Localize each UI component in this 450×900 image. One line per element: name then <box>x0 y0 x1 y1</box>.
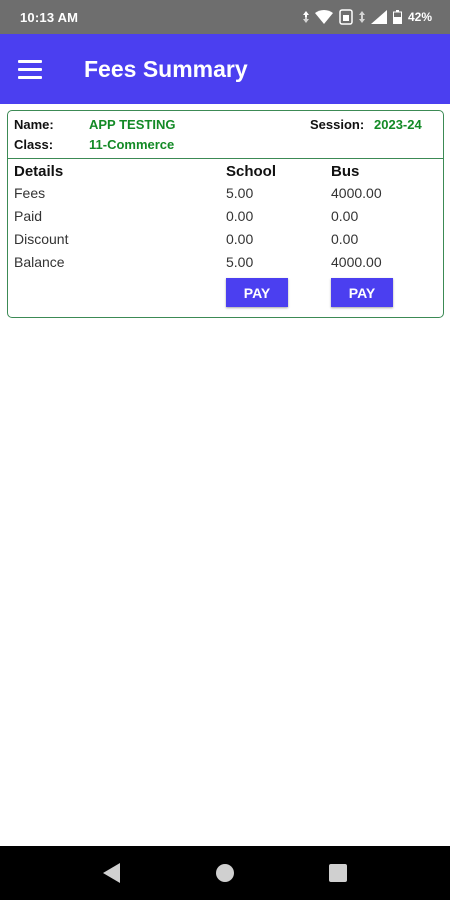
status-icons: 42% <box>302 9 432 25</box>
page-title: Fees Summary <box>84 55 248 82</box>
column-header-details: Details <box>14 163 64 180</box>
battery-percent: 42% <box>407 10 432 24</box>
fees-school-value: 5.00 <box>226 185 254 201</box>
pay-school-button[interactable]: PAY <box>226 278 288 307</box>
fees-bus-value: 4000.00 <box>331 185 382 201</box>
sim-icon <box>339 9 353 25</box>
system-nav-bar <box>0 846 450 900</box>
balance-school-value: 5.00 <box>226 254 254 270</box>
pay-bus-button[interactable]: PAY <box>331 278 393 307</box>
status-bar: 10:13 AM 42% <box>0 0 450 34</box>
paid-school-value: 0.00 <box>226 208 254 224</box>
data-arrows-icon <box>302 11 309 23</box>
row-label-discount: Discount <box>14 231 69 247</box>
battery-icon <box>392 10 402 24</box>
hamburger-menu-icon[interactable] <box>18 52 52 86</box>
fees-summary-card: Name: APP TESTING Class: 11-Commerce Ses… <box>7 110 444 318</box>
session-label: Session: <box>310 117 365 132</box>
student-info: Name: APP TESTING Class: 11-Commerce Ses… <box>8 111 443 159</box>
row-label-fees: Fees <box>14 185 46 201</box>
back-icon[interactable] <box>92 846 132 900</box>
home-icon[interactable] <box>205 846 245 900</box>
student-name: APP TESTING <box>89 117 176 132</box>
data-arrows-icon <box>358 11 365 23</box>
signal-icon <box>370 10 387 24</box>
discount-bus-value: 0.00 <box>331 231 359 247</box>
discount-school-value: 0.00 <box>226 231 254 247</box>
status-time: 10:13 AM <box>20 9 79 25</box>
session-value: 2023-24 <box>374 117 422 132</box>
recents-icon[interactable] <box>318 846 358 900</box>
name-label: Name: <box>14 117 54 132</box>
paid-bus-value: 0.00 <box>331 208 359 224</box>
column-header-school: School <box>226 163 277 180</box>
column-header-bus: Bus <box>331 163 360 180</box>
wifi-icon <box>314 10 333 24</box>
row-label-balance: Balance <box>14 254 65 270</box>
fees-table: Details School Bus Fees 5.00 4000.00 Pai… <box>8 159 443 317</box>
student-class: 11-Commerce <box>89 137 175 152</box>
balance-bus-value: 4000.00 <box>331 254 382 270</box>
class-label: Class: <box>14 137 54 152</box>
row-label-paid: Paid <box>14 208 43 224</box>
app-bar: Fees Summary <box>0 34 450 104</box>
